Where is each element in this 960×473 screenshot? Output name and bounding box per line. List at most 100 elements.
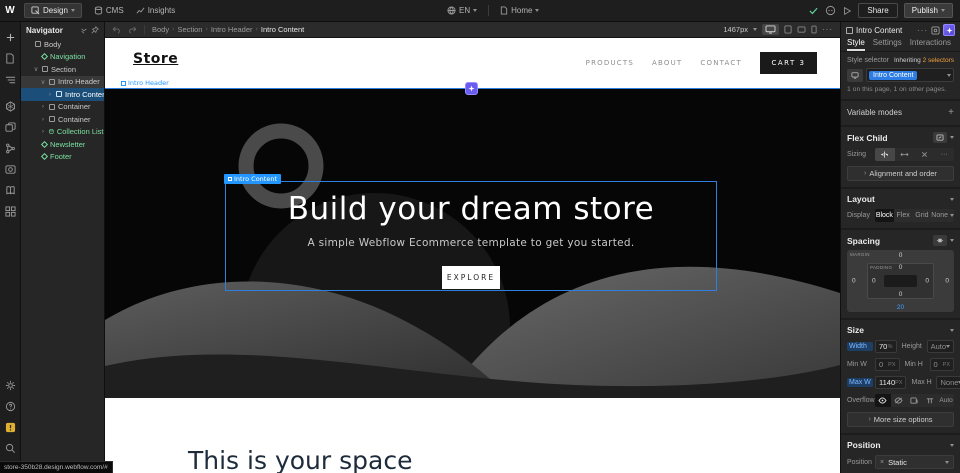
tree-item-navigation[interactable]: Navigation bbox=[21, 51, 104, 64]
ai-assistant-button[interactable] bbox=[943, 24, 955, 36]
overflow-auto-option[interactable]: Auto bbox=[938, 394, 954, 407]
cms-button[interactable]: CMS bbox=[94, 6, 124, 15]
display-flex-option[interactable]: Flex bbox=[894, 209, 913, 222]
padding-right-value[interactable]: 0 bbox=[925, 278, 929, 285]
audit-warning-icon[interactable] bbox=[0, 417, 21, 438]
tab-settings[interactable]: Settings bbox=[873, 38, 902, 51]
page-selector[interactable]: Home bbox=[500, 6, 539, 15]
next-section[interactable]: This is your space bbox=[105, 398, 840, 473]
flex-parent-indicator-icon[interactable] bbox=[933, 132, 947, 143]
publish-button[interactable]: Publish bbox=[904, 3, 953, 18]
tab-interactions[interactable]: Interactions bbox=[910, 38, 951, 51]
navigator-panel-icon[interactable] bbox=[0, 69, 21, 90]
collapse-all-icon[interactable] bbox=[80, 26, 88, 34]
breakpoint-mobile-icon[interactable] bbox=[811, 25, 817, 34]
hero-subtitle[interactable]: A simple Webflow Ecommerce template to g… bbox=[226, 237, 716, 249]
overflow-clip-icon[interactable] bbox=[922, 394, 938, 407]
add-variable-mode-icon[interactable]: + bbox=[948, 107, 954, 118]
spacing-handle[interactable] bbox=[465, 82, 478, 95]
add-elements-icon[interactable] bbox=[0, 27, 21, 48]
language-selector[interactable]: EN bbox=[447, 6, 477, 15]
width-input[interactable]: 70% bbox=[875, 340, 897, 353]
margin-left-value[interactable]: 0 bbox=[852, 278, 856, 285]
overflow-visible-icon[interactable] bbox=[875, 394, 891, 407]
tree-item-collection-list[interactable]: ›Collection List Wra... bbox=[21, 126, 104, 139]
assets-icon[interactable] bbox=[0, 117, 21, 138]
padding-bottom-value[interactable]: 0 bbox=[899, 291, 903, 298]
padding-top-value[interactable]: 0 bbox=[899, 264, 903, 271]
cart-button[interactable]: CART 3 bbox=[760, 52, 817, 74]
tree-item-newsletter[interactable]: Newsletter bbox=[21, 138, 104, 151]
sizing-custom-option[interactable]: ··· bbox=[934, 148, 954, 161]
display-none-option[interactable]: None bbox=[931, 209, 954, 222]
selector-breakpoint-button[interactable] bbox=[847, 69, 863, 82]
spacing-settings-icon[interactable] bbox=[933, 235, 947, 246]
sizing-grow-option[interactable] bbox=[895, 148, 915, 161]
tree-item-intro-header[interactable]: ∨Intro Header bbox=[21, 76, 104, 89]
class-chip[interactable]: Intro Content bbox=[869, 71, 917, 80]
alignment-order-button[interactable]: ›Alignment and order bbox=[847, 166, 954, 181]
redo-icon[interactable] bbox=[127, 25, 137, 34]
position-select[interactable]: × Static bbox=[875, 455, 954, 469]
preview-icon[interactable] bbox=[842, 6, 852, 16]
display-grid-option[interactable]: Grid bbox=[913, 209, 932, 222]
breakpoint-desktop-icon[interactable] bbox=[762, 24, 779, 35]
inherit-count-link[interactable]: 2 selectors bbox=[923, 57, 954, 64]
spacing-control[interactable]: MARGIN 0 0 0 20 PADDING 0 0 0 0 bbox=[847, 250, 954, 312]
sizing-shrink-option[interactable] bbox=[875, 148, 895, 161]
tree-item-intro-content[interactable]: ›Intro Content bbox=[21, 88, 104, 101]
pin-icon[interactable] bbox=[91, 26, 99, 34]
help-icon[interactable] bbox=[0, 396, 21, 417]
tree-item-container[interactable]: ›Container bbox=[21, 101, 104, 114]
display-block-option[interactable]: Block bbox=[875, 209, 894, 222]
tab-style[interactable]: Style bbox=[847, 38, 865, 51]
style-selector-field[interactable]: Intro Content bbox=[866, 68, 954, 82]
share-button[interactable]: Share bbox=[858, 3, 897, 18]
tree-item-container[interactable]: ›Container bbox=[21, 113, 104, 126]
webflow-logo[interactable]: W bbox=[0, 5, 20, 16]
overflow-scroll-icon[interactable] bbox=[907, 394, 923, 407]
tree-item-footer[interactable]: Footer bbox=[21, 151, 104, 164]
hero-heading[interactable]: Build your dream store bbox=[226, 191, 716, 227]
min-width-input[interactable]: 0PX bbox=[875, 358, 900, 371]
components-icon[interactable] bbox=[0, 96, 21, 117]
overflow-hidden-icon[interactable] bbox=[891, 394, 907, 407]
tree-item-body[interactable]: Body bbox=[21, 38, 104, 51]
design-mode-button[interactable]: Design bbox=[24, 3, 82, 18]
nav-link-about[interactable]: ABOUT bbox=[652, 59, 682, 67]
padding-left-value[interactable]: 0 bbox=[872, 278, 876, 285]
insights-button[interactable]: Insights bbox=[136, 6, 176, 15]
more-size-options-button[interactable]: ›More size options bbox=[847, 412, 954, 427]
section-label[interactable]: Intro Header bbox=[121, 79, 169, 87]
height-input[interactable]: Auto bbox=[927, 340, 954, 353]
next-section-heading[interactable]: This is your space bbox=[188, 446, 412, 473]
margin-bottom-value[interactable]: 20 bbox=[897, 304, 904, 311]
tree-item-section[interactable]: ∨Section bbox=[21, 63, 104, 76]
comments-icon[interactable] bbox=[825, 5, 836, 16]
sizing-none-option[interactable] bbox=[915, 148, 935, 161]
hero-section[interactable]: Intro Content Build your dream store A s… bbox=[105, 88, 840, 398]
breakpoint-tablet-icon[interactable] bbox=[784, 25, 792, 34]
nav-link-contact[interactable]: CONTACT bbox=[700, 59, 742, 67]
more-breakpoints-icon[interactable]: ··· bbox=[822, 25, 833, 34]
width-label[interactable]: Width bbox=[847, 342, 873, 351]
undo-icon[interactable] bbox=[112, 25, 122, 34]
max-height-input[interactable]: None bbox=[936, 376, 960, 389]
libraries-icon[interactable] bbox=[0, 180, 21, 201]
breakpoint-landscape-icon[interactable] bbox=[797, 26, 806, 33]
breadcrumb-intro-header[interactable]: Intro Header bbox=[211, 25, 253, 34]
breadcrumb-body[interactable]: Body bbox=[152, 25, 169, 34]
apps-icon[interactable] bbox=[0, 201, 21, 222]
margin-right-value[interactable]: 0 bbox=[945, 278, 949, 285]
min-height-input[interactable]: 0PX bbox=[930, 358, 955, 371]
create-component-icon[interactable] bbox=[931, 26, 940, 35]
breadcrumb-section[interactable]: Section bbox=[177, 25, 202, 34]
selected-element-outline[interactable]: Build your dream store A simple Webflow … bbox=[225, 181, 717, 291]
site-header[interactable]: Store PRODUCTS ABOUT CONTACT CART 3 bbox=[105, 38, 840, 88]
breadcrumb-intro-content[interactable]: Intro Content bbox=[261, 25, 304, 34]
variables-icon[interactable] bbox=[0, 138, 21, 159]
nav-link-products[interactable]: PRODUCTS bbox=[586, 59, 634, 67]
max-width-label[interactable]: Max W bbox=[847, 378, 873, 387]
site-logo[interactable]: Store bbox=[133, 51, 178, 67]
zoom-icon[interactable] bbox=[0, 438, 21, 459]
